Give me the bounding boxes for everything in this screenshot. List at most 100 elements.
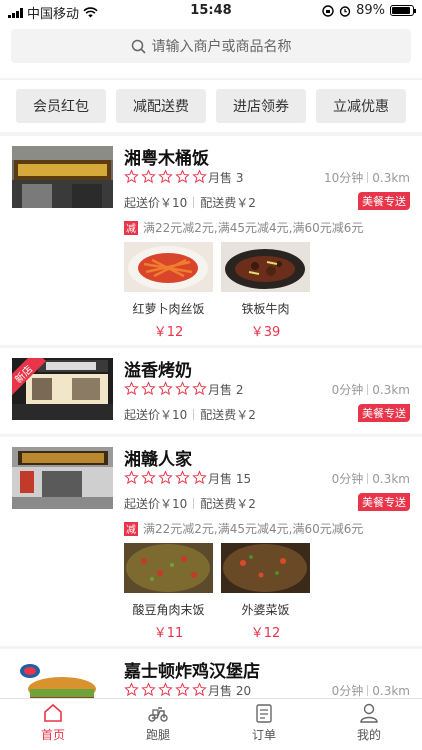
promo-row: 减 满22元减2元,满45元减4元,满60元减6元	[124, 520, 363, 537]
star-icon	[175, 470, 190, 485]
search-bar: 请输入商户或商品名称	[0, 22, 422, 78]
delivery-time: 0分钟	[331, 472, 364, 486]
star-icon	[141, 169, 156, 184]
delivery-time: 0分钟	[331, 684, 364, 698]
monthly-sales: 月售 2	[208, 383, 244, 397]
dish-price: ￥39	[250, 325, 281, 340]
tab-mine[interactable]: 我的	[329, 702, 409, 743]
express-badge: 美餐专送	[358, 404, 410, 422]
shop-name: 溢香烤奶	[124, 361, 192, 381]
star-icon	[158, 470, 173, 485]
star-icon	[124, 682, 139, 697]
star-icon	[124, 169, 139, 184]
dish-card[interactable]: 外婆菜饭 ￥12	[221, 543, 310, 641]
filter-member-red-packet[interactable]: 会员红包	[16, 89, 106, 123]
search-placeholder: 请输入商户或商品名称	[151, 39, 292, 55]
dish-price: ￥12	[250, 626, 281, 641]
star-icon	[124, 381, 139, 396]
shop-card[interactable]: 湘粤木桶饭 月售 3 10分钟 0.3km 起送价￥10 配送费￥2 美餐专送 …	[0, 136, 422, 345]
rating-stars	[124, 682, 207, 697]
star-icon	[192, 381, 207, 396]
tab-orders[interactable]: 订单	[224, 702, 304, 743]
rating-stars	[124, 381, 207, 396]
delivery-info: 0分钟 0.3km	[332, 381, 410, 398]
star-icon	[175, 169, 190, 184]
delivery-info: 0分钟 0.3km	[332, 470, 410, 487]
delivery-fee: 配送费￥2	[200, 497, 256, 511]
dish-price: ￥12	[153, 325, 184, 340]
express-badge: 美餐专送	[358, 493, 410, 511]
star-icon	[192, 169, 207, 184]
dish-card[interactable]: 铁板牛肉 ￥39	[221, 242, 310, 340]
search-input[interactable]: 请输入商户或商品名称	[11, 29, 411, 63]
delivery-distance: 0.3km	[372, 471, 410, 486]
dish-name: 红萝卜肉丝饭	[132, 302, 205, 316]
fee-info: 起送价￥10 配送费￥2	[124, 495, 256, 512]
monthly-sales: 月售 3	[208, 171, 244, 185]
shop-thumbnail: 新店	[12, 358, 113, 420]
battery-percent: 89%	[356, 3, 385, 18]
delivery-info: 10分钟 0.3km	[324, 169, 410, 186]
home-icon	[44, 703, 62, 722]
shop-name: 嘉士顿炸鸡汉堡店	[124, 662, 260, 682]
star-icon	[192, 682, 207, 697]
rotation-lock-icon	[322, 4, 334, 17]
filter-store-coupons[interactable]: 进店领券	[216, 89, 306, 123]
star-icon	[192, 470, 207, 485]
dish-image	[124, 242, 213, 292]
filter-reduced-delivery[interactable]: 减配送费	[116, 89, 206, 123]
bottom-tab-bar: 首页 跑腿 订单 我的	[0, 698, 422, 750]
search-icon	[131, 39, 146, 54]
star-icon	[141, 381, 156, 396]
tab-orders-label: 订单	[251, 728, 276, 742]
filter-bar: 会员红包 减配送费 进店领券 立减优惠	[0, 80, 422, 132]
min-order: 起送价￥10	[124, 408, 188, 422]
shop-card[interactable]: 嘉士顿炸鸡汉堡店 月售 20 0分钟 0.3km	[0, 649, 422, 698]
shop-name: 湘赣人家	[124, 450, 192, 470]
dish-name: 外婆菜饭	[241, 603, 290, 617]
shop-card[interactable]: 湘赣人家 月售 15 0分钟 0.3km 起送价￥10 配送费￥2 美餐专送 减…	[0, 437, 422, 646]
star-icon	[158, 169, 173, 184]
star-icon	[175, 381, 190, 396]
battery-icon	[390, 5, 416, 16]
express-badge: 美餐专送	[358, 192, 410, 210]
delivery-distance: 0.3km	[372, 170, 410, 185]
dish-image	[124, 543, 213, 593]
filter-instant-discount[interactable]: 立减优惠	[316, 89, 406, 123]
dish-name: 铁板牛肉	[241, 302, 290, 316]
tab-home[interactable]: 首页	[13, 702, 93, 743]
star-icon	[175, 682, 190, 697]
discount-tag: 减	[124, 220, 138, 235]
shop-list: 湘粤木桶饭 月售 3 10分钟 0.3km 起送价￥10 配送费￥2 美餐专送 …	[0, 136, 422, 698]
shop-thumbnail	[12, 447, 113, 509]
delivery-distance: 0.3km	[372, 382, 410, 397]
promo-text: 满22元减2元,满45元减4元,满60元减6元	[143, 522, 364, 536]
dish-price: ￥11	[153, 626, 184, 641]
tab-home-label: 首页	[40, 728, 65, 742]
user-icon	[360, 703, 378, 723]
alarm-icon	[339, 5, 351, 17]
promo-row: 减 满22元减2元,满45元减4元,满60元减6元	[124, 219, 363, 236]
fee-info: 起送价￥10 配送费￥2	[124, 406, 256, 423]
min-order: 起送价￥10	[124, 497, 188, 511]
shop-thumbnail	[12, 659, 113, 698]
tab-errand[interactable]: 跑腿	[118, 702, 198, 743]
delivery-distance: 0.3km	[372, 683, 410, 698]
fee-info: 起送价￥10 配送费￥2	[124, 194, 256, 211]
monthly-sales: 月售 15	[208, 472, 252, 486]
dish-card[interactable]: 红萝卜肉丝饭 ￥12	[124, 242, 213, 340]
star-icon	[124, 470, 139, 485]
order-icon	[256, 704, 272, 723]
star-icon	[158, 381, 173, 396]
tab-errand-label: 跑腿	[145, 728, 170, 742]
scooter-icon	[148, 707, 168, 722]
delivery-fee: 配送费￥2	[200, 408, 256, 422]
dish-card[interactable]: 酸豆角肉末饭 ￥11	[124, 543, 213, 641]
shop-card[interactable]: 新店 溢香烤奶 月售 2 0分钟 0.3km 起送价￥10 配送费￥2 美餐专送	[0, 348, 422, 434]
dish-image	[221, 242, 310, 292]
rating-stars	[124, 470, 207, 485]
monthly-sales: 月售 20	[208, 684, 252, 698]
dish-image	[221, 543, 310, 593]
delivery-info: 0分钟 0.3km	[331, 682, 410, 699]
rating-stars	[124, 169, 207, 184]
